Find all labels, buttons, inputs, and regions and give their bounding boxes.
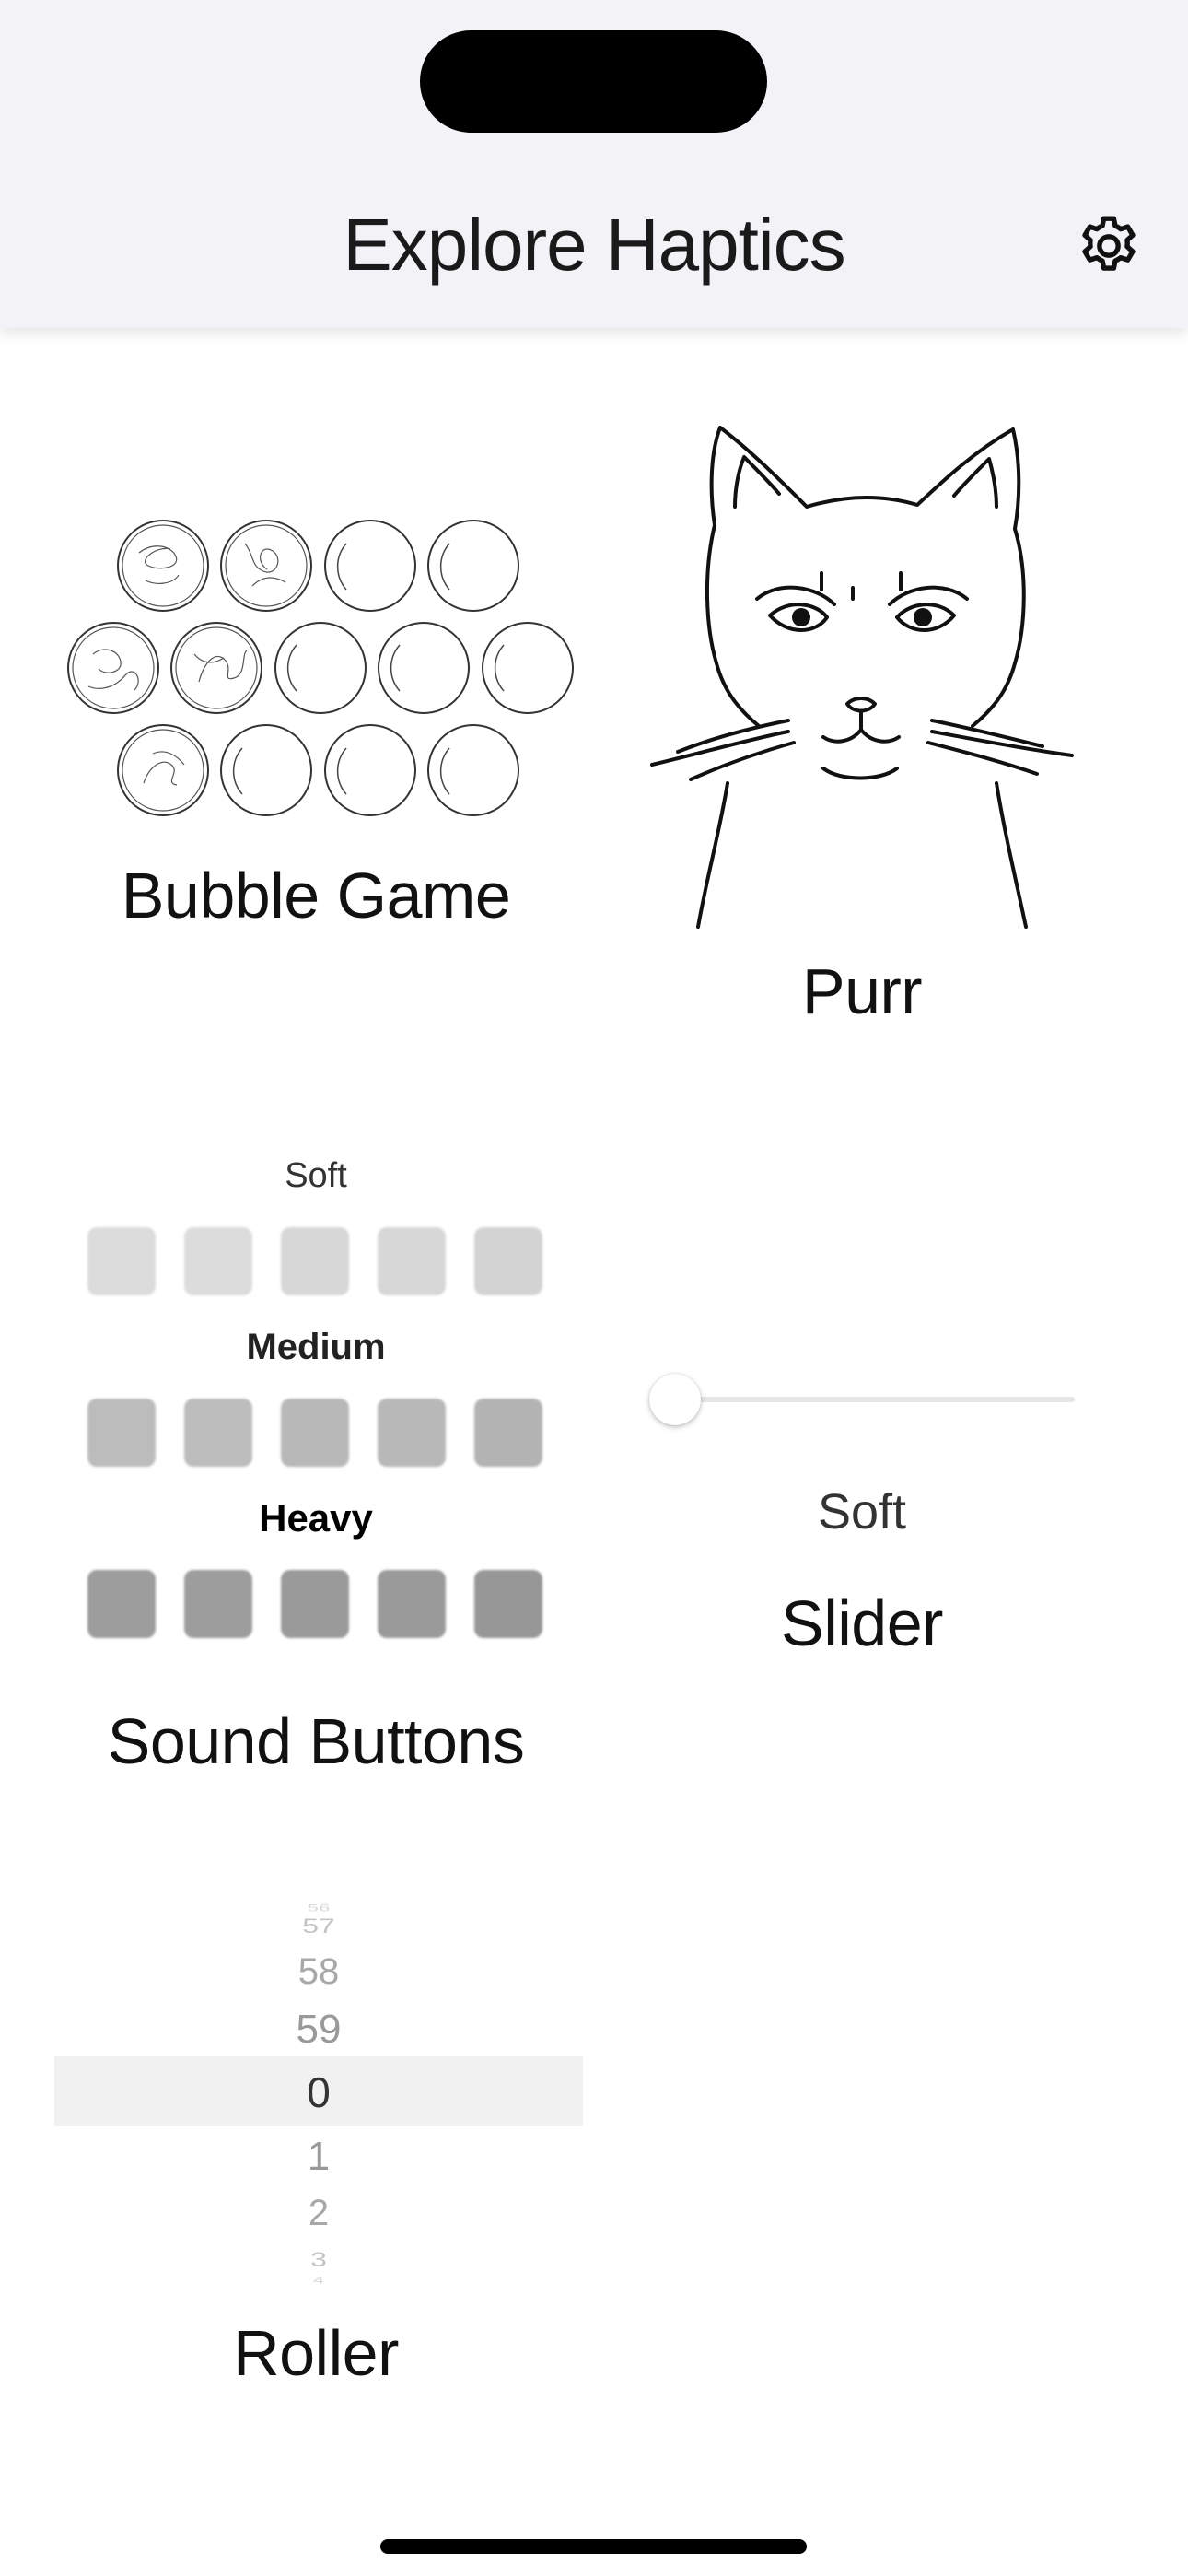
navigation-bar: Explore Haptics bbox=[0, 0, 1188, 328]
sound-button-medium-1[interactable] bbox=[87, 1399, 156, 1467]
bubbles-illustration bbox=[67, 520, 574, 816]
sound-button-heavy-3[interactable] bbox=[281, 1570, 349, 1638]
roller-label: Roller bbox=[233, 2317, 399, 2389]
sound-button-soft-5[interactable] bbox=[474, 1227, 542, 1295]
sound-button-medium-5[interactable] bbox=[474, 1399, 542, 1467]
home-indicator bbox=[380, 2539, 807, 2554]
roller-selected-value[interactable]: 0 bbox=[54, 2067, 583, 2117]
roller-value[interactable]: 3 bbox=[54, 2248, 583, 2272]
slider-track[interactable] bbox=[677, 1397, 1075, 1402]
sound-button-heavy-1[interactable] bbox=[87, 1570, 156, 1638]
roller-value[interactable]: 1 bbox=[54, 2134, 583, 2180]
roller-value[interactable]: 56 bbox=[54, 1903, 583, 1914]
gear-icon[interactable] bbox=[1074, 211, 1144, 281]
sound-buttons-label: Sound Buttons bbox=[107, 1705, 525, 1777]
page-title: Explore Haptics bbox=[343, 204, 845, 286]
slider-label: Slider bbox=[781, 1587, 943, 1659]
sound-button-soft-1[interactable] bbox=[87, 1227, 156, 1295]
soft-row-label: Soft bbox=[285, 1156, 347, 1195]
roller-value[interactable]: 59 bbox=[54, 2007, 583, 2053]
sound-button-medium-4[interactable] bbox=[378, 1399, 446, 1467]
heavy-row-label: Heavy bbox=[259, 1496, 373, 1540]
slider-thumb[interactable] bbox=[649, 1374, 701, 1425]
roller-value[interactable]: 57 bbox=[54, 1914, 583, 1938]
roller-value[interactable]: 2 bbox=[54, 2193, 583, 2234]
roller-value[interactable]: 58 bbox=[54, 1951, 583, 1993]
purr-label: Purr bbox=[801, 955, 923, 1027]
sound-button-soft-2[interactable] bbox=[184, 1227, 252, 1295]
bubble-game-label: Bubble Game bbox=[121, 860, 511, 931]
sound-button-medium-2[interactable] bbox=[184, 1399, 252, 1467]
sound-button-heavy-5[interactable] bbox=[474, 1570, 542, 1638]
roller-value[interactable]: 4 bbox=[54, 2275, 583, 2287]
sound-button-heavy-4[interactable] bbox=[378, 1570, 446, 1638]
dynamic-island bbox=[420, 30, 767, 133]
sound-button-medium-3[interactable] bbox=[281, 1399, 349, 1467]
sound-button-heavy-2[interactable] bbox=[184, 1570, 252, 1638]
sound-button-soft-3[interactable] bbox=[281, 1227, 349, 1295]
slider-value-label: Soft bbox=[817, 1484, 907, 1540]
sound-button-soft-4[interactable] bbox=[378, 1227, 446, 1295]
medium-row-label: Medium bbox=[246, 1327, 386, 1367]
cat-illustration bbox=[650, 426, 1074, 929]
